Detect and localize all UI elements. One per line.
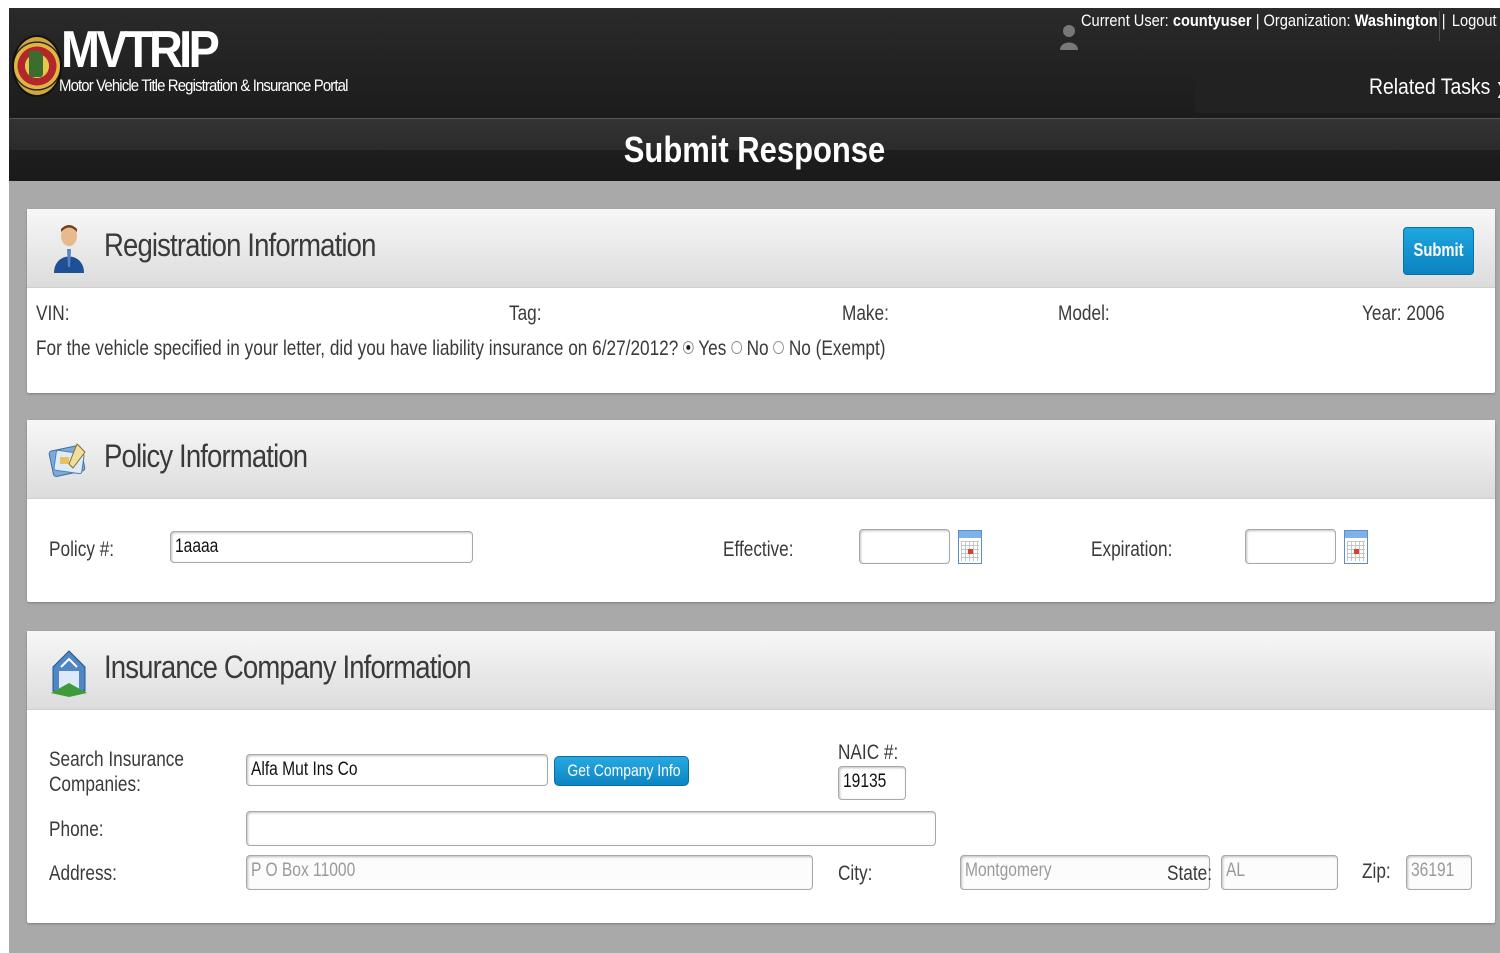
current-user-info: Current User: countyuser | Organization:… [1081, 11, 1446, 31]
zip-label: Zip: [1362, 860, 1391, 883]
search-companies-label: Search Insurance Companies: [49, 748, 184, 796]
make-label: Make: [842, 302, 889, 325]
insurance-question: For the vehicle specified in your letter… [36, 337, 886, 361]
user-icon [1060, 25, 1078, 50]
radio-no-exempt-label: No (Exempt) [788, 337, 886, 360]
radio-no-label: No [746, 337, 769, 360]
company-panel-header: Insurance Company Information [27, 631, 1495, 710]
radio-no[interactable] [731, 340, 742, 354]
tag-redacted [631, 300, 691, 326]
radio-no-exempt[interactable] [773, 340, 785, 354]
policy-panel: Policy Information Policy #: 1aaaa Effec… [27, 420, 1495, 602]
phone-label: Phone: [49, 818, 104, 841]
logo-title: MVTRIP [61, 21, 220, 79]
related-tasks-label: Related Tasks [1369, 74, 1491, 99]
phone-input[interactable] [246, 811, 936, 846]
state-label: State: [1167, 862, 1212, 885]
vin-redacted [155, 299, 297, 325]
logout-link[interactable]: Logout [1439, 11, 1497, 41]
logo-subtitle: Motor Vehicle Title Registration & Insur… [59, 76, 348, 95]
search-companies-input[interactable]: Alfa Mut Ins Co [246, 754, 548, 786]
question-text: For the vehicle specified in your letter… [36, 337, 588, 360]
title-bar: Submit Response [9, 118, 1500, 181]
organization-name: Washington [1354, 11, 1438, 30]
policy-panel-header: Policy Information [27, 420, 1495, 499]
submit-button[interactable]: Submit [1403, 227, 1474, 275]
policy-card-icon [48, 443, 86, 477]
page-title: Submit Response [623, 129, 886, 170]
policy-number-label: Policy #: [49, 538, 115, 561]
effective-date-input[interactable] [859, 529, 950, 564]
year-field: Year: 2006 [1362, 302, 1445, 326]
question-date: 6/27/2012? [592, 337, 679, 360]
policy-title: Policy Information [104, 438, 308, 474]
effective-label: Effective: [723, 538, 794, 561]
organization-label: | Organization: [1255, 11, 1351, 30]
address-input[interactable]: P O Box 11000 [246, 855, 813, 890]
current-user-label: Current User: [1081, 11, 1169, 30]
naic-label: NAIC #: [838, 741, 899, 764]
building-icon [51, 650, 87, 697]
model-label: Model: [1058, 302, 1110, 325]
company-title: Insurance Company Information [104, 649, 472, 685]
state-input[interactable]: AL [1221, 855, 1338, 890]
related-tasks-menu[interactable]: Related Tasks ❯ [1369, 74, 1500, 100]
zip-input[interactable]: 36191 [1406, 855, 1472, 890]
naic-input[interactable]: 19135 [838, 766, 906, 800]
radio-yes-label: Yes [698, 337, 727, 360]
address-label: Address: [49, 862, 117, 885]
expiration-label: Expiration: [1091, 538, 1173, 561]
year-label: Year: [1362, 302, 1402, 325]
chevron-down-icon: ❯ [1496, 81, 1500, 98]
get-company-info-button[interactable]: Get Company Info [554, 756, 689, 786]
page-frame: MVTRIP Motor Vehicle Title Registration … [9, 8, 1500, 953]
tag-label: Tag: [509, 302, 542, 325]
vin-label: VIN: [36, 302, 70, 325]
city-label: City: [838, 862, 873, 885]
model-redacted [1115, 297, 1191, 323]
registration-title: Registration Information [104, 227, 376, 263]
expiration-calendar-icon[interactable] [1344, 530, 1368, 564]
registration-panel-header: Registration Information Submit [27, 209, 1495, 288]
state-seal-logo-icon [12, 35, 62, 97]
make-redacted [893, 300, 929, 326]
policy-number-input[interactable]: 1aaaa [170, 531, 473, 563]
current-user-name: countyuser [1172, 11, 1252, 30]
person-icon [54, 225, 84, 273]
year-value: 2006 [1406, 302, 1445, 325]
radio-yes[interactable] [683, 340, 694, 354]
expiration-date-input[interactable] [1245, 529, 1336, 564]
company-panel: Insurance Company Information Search Ins… [27, 631, 1495, 923]
top-bar: MVTRIP Motor Vehicle Title Registration … [9, 8, 1500, 118]
effective-calendar-icon[interactable] [958, 530, 982, 564]
registration-panel: Registration Information Submit VIN: Tag… [27, 209, 1495, 393]
